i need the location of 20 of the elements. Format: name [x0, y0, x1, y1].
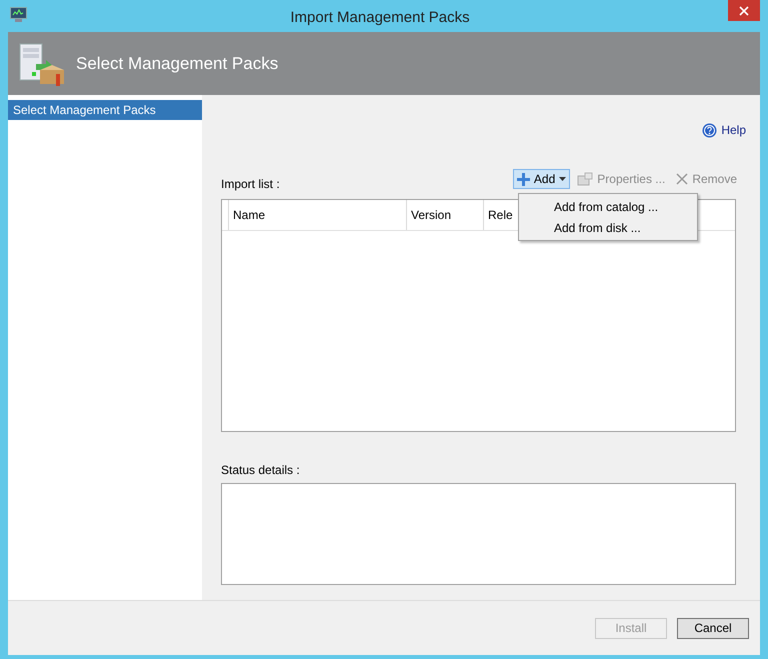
monitor-icon	[10, 7, 27, 22]
column-header[interactable]: Version	[406, 200, 483, 230]
sidebar-item[interactable]: Select Management Packs	[8, 100, 202, 120]
close-button[interactable]	[728, 0, 760, 21]
window-title: Import Management Packs	[289, 8, 471, 28]
close-icon	[676, 173, 688, 185]
plus-icon	[516, 172, 530, 186]
column-header[interactable]: Name	[228, 200, 406, 230]
caret-icon	[559, 177, 566, 181]
menu-item[interactable]: Add from disk ...	[519, 217, 697, 238]
menu-item[interactable]: Add from catalog ...	[519, 196, 697, 217]
cancel-button[interactable]: Cancel	[677, 618, 749, 638]
close-icon	[739, 6, 749, 16]
import-list-label: Import list :	[221, 176, 280, 193]
help-link[interactable]: Help	[702, 121, 746, 139]
header-title: Select Management Packs	[76, 52, 278, 75]
help-icon	[702, 122, 718, 138]
add-button[interactable]: Add	[512, 169, 570, 189]
status-details-label: Status details :	[221, 462, 301, 479]
properties-icon	[577, 172, 594, 186]
